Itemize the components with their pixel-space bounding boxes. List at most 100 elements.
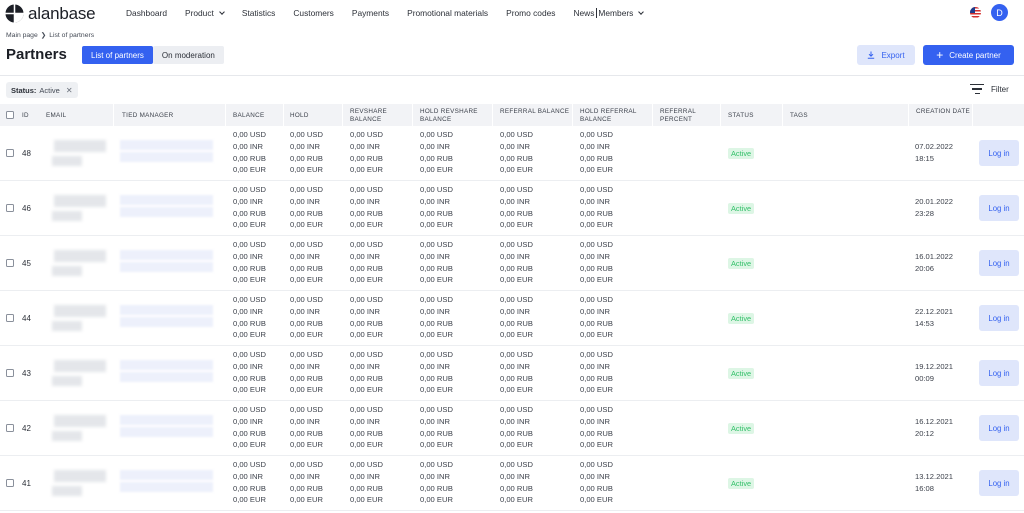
currency-amount: 0,00 USD	[500, 405, 533, 414]
partner-id[interactable]: 43	[22, 369, 31, 378]
currency-amount: 0,00 RUB	[350, 208, 383, 218]
currency-amount: 0,00 USD	[420, 295, 453, 304]
avatar[interactable]: D	[991, 4, 1008, 21]
nav-members[interactable]: Members	[598, 8, 645, 18]
hold-cell: 0,00 USD 0,00 INR 0,00 RUB 0,00 EUR	[290, 239, 323, 286]
row-checkbox[interactable]	[6, 314, 14, 322]
col-referral-percent[interactable]: Referral percent	[660, 108, 715, 123]
table-row[interactable]: 43 0,00 USD 0,00 INR 0,00 RUB 0,00 EUR 0,00 U…	[0, 346, 1024, 401]
log-in-button[interactable]: Log in	[979, 470, 1019, 496]
status-badge: Active	[728, 148, 755, 159]
currency-amount: 0,00 USD	[420, 405, 453, 414]
currency-amount: 0,00 EUR	[233, 385, 266, 395]
hold-revshare-balance-cell: 0,00 USD 0,00 INR 0,00 RUB 0,00 EUR	[420, 239, 453, 286]
tab-on-moderation[interactable]: On moderation	[152, 46, 224, 64]
currency-amount: 0,00 INR	[420, 416, 450, 426]
currency-amount: 0,00 INR	[580, 251, 610, 261]
nav-payments[interactable]: Payments	[352, 8, 389, 18]
creation-date-day: 22.12.2021	[915, 307, 954, 316]
currency-amount: 0,00 RUB	[290, 428, 323, 438]
nav-product[interactable]: Product	[185, 8, 225, 18]
col-balance[interactable]: Balance	[233, 112, 265, 120]
partner-id[interactable]: 45	[22, 259, 31, 268]
email-redacted	[46, 246, 108, 286]
revshare-balance-cell: 0,00 USD 0,00 INR 0,00 RUB 0,00 EUR	[350, 459, 383, 506]
log-in-button[interactable]: Log in	[979, 195, 1019, 221]
table-row[interactable]: 46 0,00 USD 0,00 INR 0,00 RUB 0,00 EUR 0,00 U…	[0, 181, 1024, 236]
chevron-down-icon	[219, 8, 225, 15]
row-checkbox[interactable]	[6, 424, 14, 432]
us-flag-icon[interactable]	[970, 7, 981, 18]
currency-amount: 0,00 RUB	[420, 153, 453, 163]
nav-dashboard[interactable]: Dashboard	[126, 8, 167, 18]
filter-button[interactable]: Filter	[970, 84, 1009, 94]
col-hold-referral-balance[interactable]: Hold referral balance	[580, 108, 652, 123]
col-revshare-balance[interactable]: Revshare balance	[350, 108, 410, 123]
logo[interactable]: alanbase	[5, 4, 96, 23]
row-checkbox[interactable]	[6, 259, 14, 267]
nav-statistics[interactable]: Statistics	[242, 8, 276, 18]
currency-amount: 0,00 EUR	[500, 385, 533, 395]
currency-amount: 0,00 EUR	[580, 165, 613, 175]
partners-tabs: List of partners On moderation	[82, 46, 224, 64]
col-hold[interactable]: Hold	[290, 112, 309, 120]
log-in-button[interactable]: Log in	[979, 305, 1019, 331]
partner-id[interactable]: 42	[22, 424, 31, 433]
col-hold-revshare-balance[interactable]: Hold revshare balance	[420, 108, 492, 123]
row-checkbox[interactable]	[6, 204, 14, 212]
currency-amount: 0,00 INR	[290, 306, 320, 316]
currency-amount: 0,00 RUB	[580, 428, 613, 438]
table-row[interactable]: 42 0,00 USD 0,00 INR 0,00 RUB 0,00 EUR 0,00 U…	[0, 401, 1024, 456]
table-row[interactable]: 45 0,00 USD 0,00 INR 0,00 RUB 0,00 EUR 0,00 U…	[0, 236, 1024, 291]
col-tied-manager[interactable]: Tied manager	[122, 112, 174, 120]
revshare-balance-cell: 0,00 USD 0,00 INR 0,00 RUB 0,00 EUR	[350, 349, 383, 396]
creation-date-time: 14:53	[915, 318, 935, 328]
nav-news[interactable]: News	[573, 8, 594, 18]
status-filter-chip[interactable]: Status: Active ✕	[6, 82, 78, 98]
log-in-button[interactable]: Log in	[979, 415, 1019, 441]
currency-amount: 0,00 EUR	[420, 495, 453, 505]
partner-id[interactable]: 44	[22, 314, 31, 323]
currency-amount: 0,00 EUR	[290, 495, 323, 505]
col-id[interactable]: ID	[22, 112, 29, 120]
breadcrumb-home[interactable]: Main page	[6, 32, 38, 39]
row-checkbox[interactable]	[6, 149, 14, 157]
log-in-button[interactable]: Log in	[979, 360, 1019, 386]
log-in-button[interactable]: Log in	[979, 140, 1019, 166]
partner-id[interactable]: 41	[22, 479, 31, 488]
nav-promo-codes[interactable]: Promo codes	[506, 8, 555, 18]
partner-id[interactable]: 46	[22, 204, 31, 213]
tab-list-of-partners[interactable]: List of partners	[82, 46, 153, 64]
col-status[interactable]: Status	[728, 112, 754, 120]
currency-amount: 0,00 USD	[500, 295, 533, 304]
create-partner-button[interactable]: + Create partner	[923, 45, 1014, 65]
export-button[interactable]: Export	[857, 45, 915, 65]
currency-amount: 0,00 USD	[580, 460, 613, 469]
creation-date: 22.12.2021 14:53	[915, 306, 953, 329]
col-creation-date[interactable]: Creation date	[916, 108, 971, 116]
table-row[interactable]: 48 0,00 USD 0,00 INR 0,00 RUB 0,00 EUR 0,00 U…	[0, 126, 1024, 181]
nav-customers[interactable]: Customers	[293, 8, 334, 18]
nav-promotional-materials[interactable]: Promotional materials	[407, 8, 488, 18]
col-referral-balance[interactable]: Referral balance	[500, 108, 570, 116]
creation-date: 20.01.2022 23:28	[915, 196, 953, 219]
close-icon[interactable]: ✕	[66, 86, 73, 95]
hold-cell: 0,00 USD 0,00 INR 0,00 RUB 0,00 EUR	[290, 129, 323, 176]
row-checkbox[interactable]	[6, 479, 14, 487]
partner-id[interactable]: 48	[22, 149, 31, 158]
currency-amount: 0,00 INR	[290, 141, 320, 151]
col-email[interactable]: Email	[46, 112, 66, 120]
table-row[interactable]: 44 0,00 USD 0,00 INR 0,00 RUB 0,00 EUR 0,00 U…	[0, 291, 1024, 346]
creation-date: 19.12.2021 00:09	[915, 361, 953, 384]
currency-amount: 0,00 INR	[500, 196, 530, 206]
col-tags[interactable]: Tags	[790, 112, 808, 120]
select-all-checkbox[interactable]	[6, 111, 14, 119]
table-row[interactable]: 41 0,00 USD 0,00 INR 0,00 RUB 0,00 EUR 0,00 U…	[0, 456, 1024, 511]
currency-amount: 0,00 EUR	[500, 275, 533, 285]
manager-redacted	[120, 356, 213, 396]
row-checkbox[interactable]	[6, 369, 14, 377]
log-in-button[interactable]: Log in	[979, 250, 1019, 276]
currency-amount: 0,00 INR	[500, 416, 530, 426]
currency-amount: 0,00 EUR	[350, 385, 383, 395]
currency-amount: 0,00 EUR	[290, 330, 323, 340]
